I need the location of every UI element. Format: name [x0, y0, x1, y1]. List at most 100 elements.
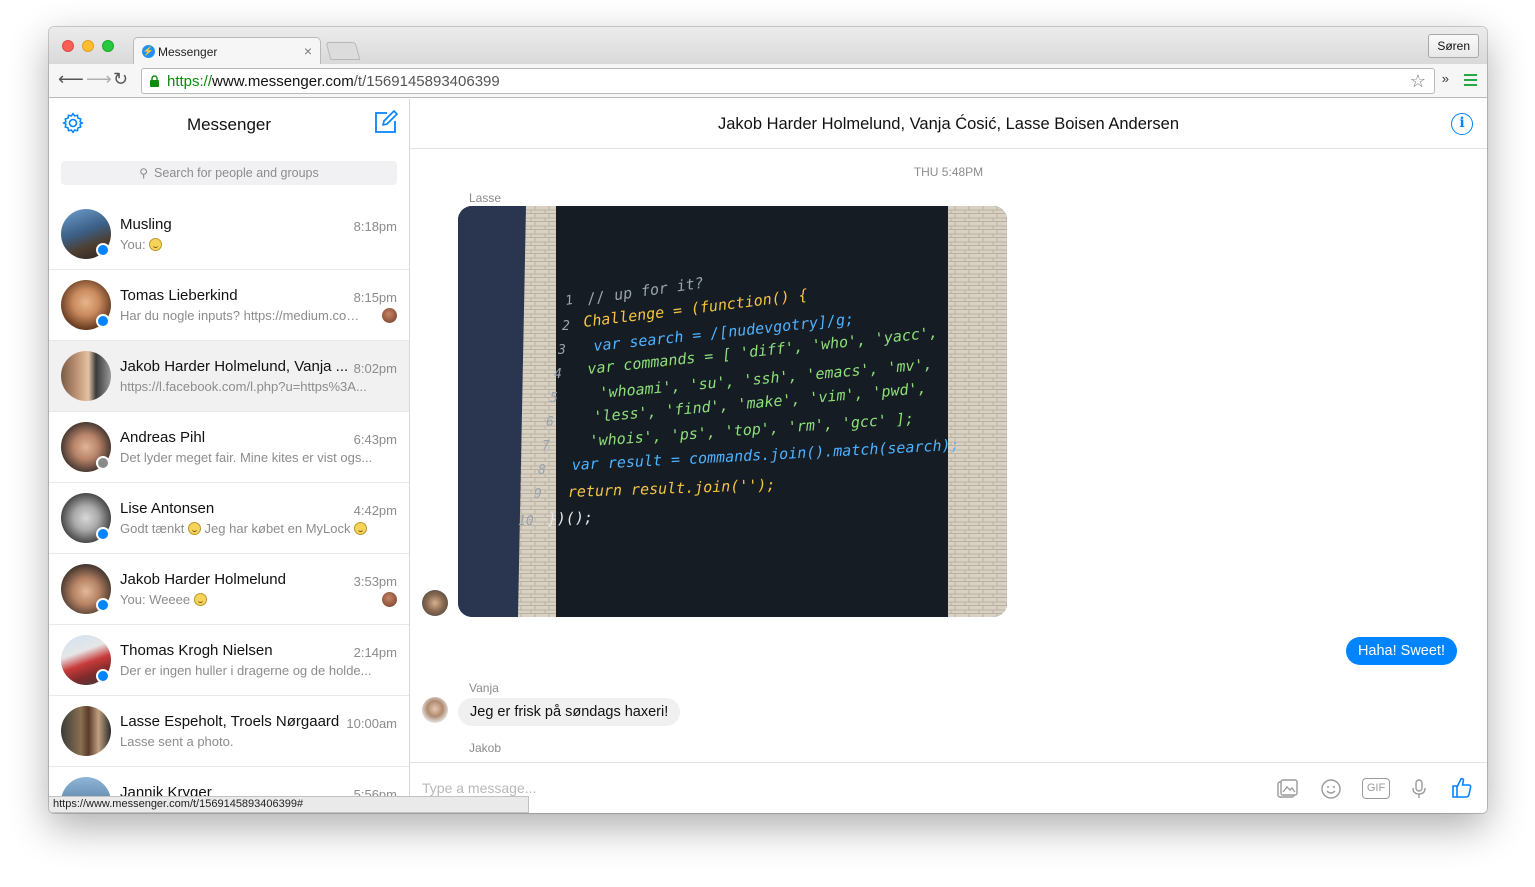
browser-toolbar: ⟵ ⟶ ↻ https://www.messenger.com/t/156914…	[49, 64, 1487, 98]
messenger-badge-icon	[96, 669, 110, 683]
conversation-name: Thomas Krogh Nielsen	[120, 642, 273, 659]
gif-button[interactable]: GIF	[1362, 778, 1390, 799]
thumbs-up-icon[interactable]	[1450, 776, 1474, 800]
reload-icon[interactable]: ↻	[113, 69, 128, 90]
conversation-time: 8:02pm	[353, 361, 397, 376]
close-window-button[interactable]	[62, 40, 74, 52]
browser-tab[interactable]: ⚡ Messenger ×	[133, 37, 321, 65]
bookmark-star-icon[interactable]: ☆	[1410, 71, 1426, 92]
address-bar[interactable]: https://www.messenger.com/t/156914589340…	[141, 68, 1435, 94]
search-input[interactable]: ⚲ Search for people and groups	[61, 161, 397, 185]
info-icon[interactable]: i	[1451, 113, 1473, 135]
conversation-snippet: You:	[120, 237, 163, 252]
avatar	[422, 697, 448, 723]
url-text: https://www.messenger.com/t/156914589340…	[167, 73, 500, 90]
shared-photo[interactable]: 1 2 3 4 5 6 7 8 9 10 // up for it? Chall…	[458, 206, 1007, 617]
sidebar-title: Messenger	[186, 115, 272, 134]
svg-text:5: 5	[550, 391, 558, 406]
messenger-badge-icon	[96, 314, 110, 328]
browser-window: ⚡ Messenger × Søren ⟵ ⟶ ↻ https://www.me…	[49, 27, 1487, 813]
conversation-snippet: Godt tænkt Jeg har købet en MyLock	[120, 521, 368, 536]
conversation-item[interactable]: Musling 8:18pm You:	[49, 199, 409, 270]
extensions-overflow-icon[interactable]: »	[1442, 71, 1449, 86]
conversation-snippet: Det lyder meget fair. Mine kites er vist…	[120, 450, 373, 465]
conversation-item[interactable]: Lise Antonsen 4:42pm Godt tænkt Jeg har …	[49, 483, 409, 554]
conversation-time: 3:53pm	[353, 574, 397, 589]
snippet-text: Jeg har købet en MyLock	[200, 521, 355, 536]
conversation-item[interactable]: Jakob Harder Holmelund 3:53pm You: Weeee	[49, 554, 409, 625]
conversation-snippet: Der er ingen huller i dragerne og de hol…	[120, 663, 372, 678]
conversation-item[interactable]: Thomas Krogh Nielsen 2:14pm Der er ingen…	[49, 625, 409, 696]
minimize-window-button[interactable]	[82, 40, 94, 52]
emoji-icon[interactable]	[1320, 778, 1342, 800]
svg-text:2: 2	[562, 319, 570, 334]
conversation-time: 2:14pm	[353, 645, 397, 660]
conversation-snippet: You: Weeee	[120, 592, 207, 607]
profile-button[interactable]: Søren	[1428, 34, 1479, 58]
seen-avatar-icon	[382, 592, 397, 607]
url-host: www.messenger.com	[212, 73, 354, 90]
avatar	[61, 351, 111, 401]
avatar	[61, 706, 111, 756]
browser-menu-icon[interactable]	[1464, 74, 1477, 86]
message-bubble[interactable]: Jeg er frisk på søndags haxeri!	[458, 698, 681, 726]
sender-name: Vanja	[469, 681, 499, 695]
conversation-time: 8:18pm	[353, 219, 397, 234]
message-timestamp: THU 5:48PM	[913, 165, 984, 179]
status-bar-url: https://www.messenger.com/t/156914589340…	[49, 796, 529, 813]
svg-text:9: 9	[534, 487, 542, 502]
messenger-favicon-icon: ⚡	[142, 45, 155, 58]
conversation-item[interactable]: Lasse Espeholt, Troels Nørgaard 10:00am …	[49, 696, 409, 767]
messenger-badge-icon	[96, 527, 110, 541]
conversation-item[interactable]: Tomas Lieberkind 8:15pm Har du nogle inp…	[49, 270, 409, 341]
conversation-name: Lise Antonsen	[120, 500, 215, 517]
tab-title: Messenger	[158, 45, 218, 59]
facebook-badge-icon	[96, 456, 110, 470]
url-scheme: https://	[167, 73, 213, 90]
snippet-text: You: Weeee	[120, 592, 194, 607]
messenger-badge-icon	[96, 243, 110, 257]
svg-text:7: 7	[542, 439, 550, 454]
forward-arrow-icon[interactable]: ⟶	[86, 69, 112, 90]
photo-attach-icon[interactable]	[1276, 778, 1298, 800]
message-bubble[interactable]: Haha! Sweet!	[1345, 637, 1457, 665]
conversation-snippet: Lasse sent a photo.	[120, 734, 234, 749]
conversation-time: 10:00am	[346, 716, 397, 731]
conversation-name: Andreas Pihl	[120, 429, 206, 446]
message-input[interactable]: Type a message...	[422, 780, 536, 796]
conversation-name: Lasse Espeholt, Troels Nørgaard	[120, 713, 340, 730]
seen-avatar-icon	[382, 308, 397, 323]
search-placeholder: Search for people and groups	[154, 166, 319, 180]
maximize-window-button[interactable]	[102, 40, 114, 52]
conversation-name: Tomas Lieberkind	[120, 287, 238, 304]
conversation-item[interactable]: Jakob Harder Holmelund, Vanja ... 8:02pm…	[49, 341, 409, 412]
search-icon: ⚲	[139, 166, 149, 180]
sender-name: Jakob	[469, 741, 502, 755]
smiley-emoji-icon	[187, 522, 201, 535]
conversation-snippet: https://l.facebook.com/l.php?u=https%3A.…	[120, 379, 367, 394]
lock-icon	[150, 75, 159, 87]
message-composer: Type a message... GIF	[410, 762, 1487, 813]
conversation-panel: Jakob Harder Holmelund, Vanja Ćosić, Las…	[410, 99, 1487, 813]
snippet-text: Godt tænkt	[120, 521, 188, 536]
sender-name: Lasse	[469, 191, 502, 205]
snippet-text: You:	[120, 237, 150, 252]
avatar	[422, 590, 448, 616]
back-arrow-icon[interactable]: ⟵	[58, 69, 84, 90]
svg-text:3: 3	[557, 343, 566, 358]
conversation-sidebar: Messenger ⚲ Search for people and groups …	[49, 99, 410, 813]
conversation-name: Musling	[120, 216, 172, 233]
thread-title: Jakob Harder Holmelund, Vanja Ćosić, Las…	[717, 115, 1180, 133]
conversation-time: 8:15pm	[353, 290, 397, 305]
microphone-icon[interactable]	[1409, 778, 1429, 800]
code-line: })();	[547, 508, 594, 528]
tab-close-icon[interactable]: ×	[304, 43, 312, 59]
smiley-emoji-icon	[193, 593, 207, 606]
compose-icon[interactable]	[373, 109, 399, 135]
conversation-name: Jakob Harder Holmelund	[120, 571, 286, 588]
thread-header: Jakob Harder Holmelund, Vanja Ćosić, Las…	[410, 99, 1487, 149]
conversation-item[interactable]: Andreas Pihl 6:43pm Det lyder meget fair…	[49, 412, 409, 483]
new-tab-button[interactable]	[325, 42, 361, 60]
messenger-badge-icon	[96, 598, 110, 612]
url-path: /t/1569145893406399	[353, 73, 500, 90]
